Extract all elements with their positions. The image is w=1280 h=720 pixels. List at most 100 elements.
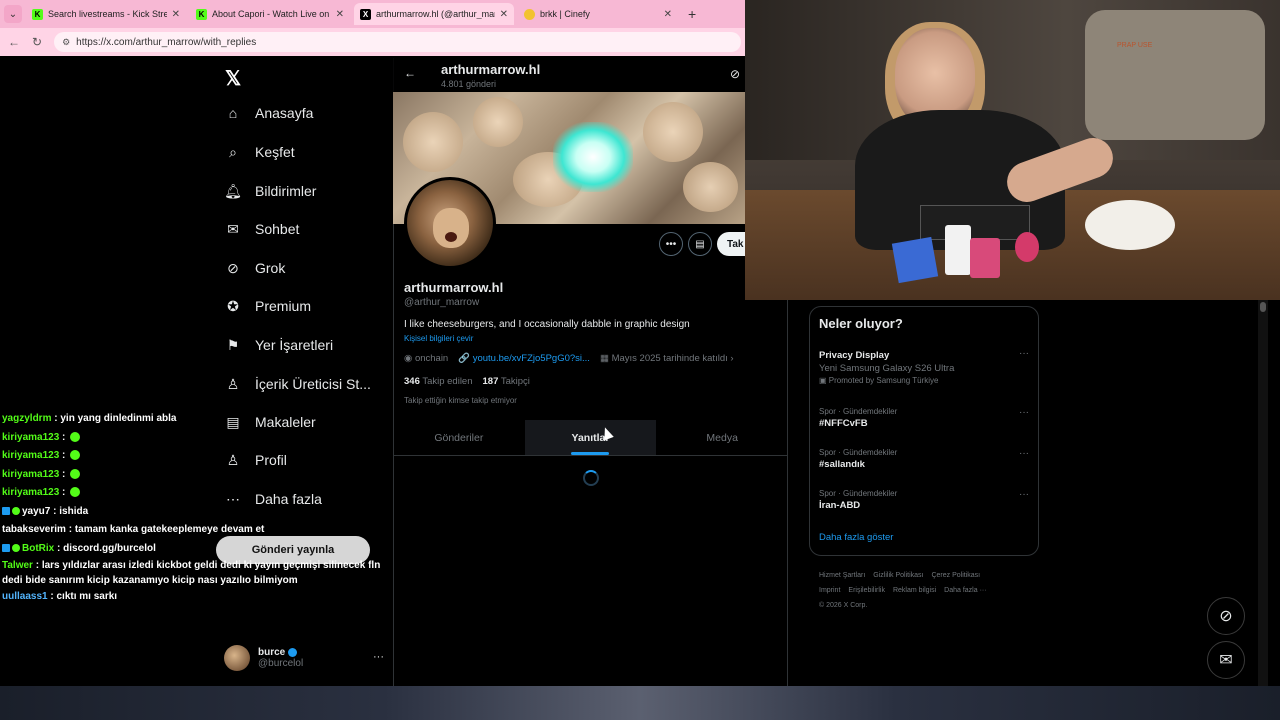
browser-tab[interactable]: K Search livestreams - Kick Stream ✕ — [26, 3, 186, 25]
x-logo-icon[interactable]: 𝕏 — [225, 66, 241, 91]
chevron-right-icon[interactable]: › — [730, 353, 733, 364]
back-arrow-icon[interactable]: ← — [404, 66, 416, 80]
nav-item[interactable]: ⊘ Grok — [225, 260, 285, 277]
browser-tab[interactable]: brkk | Cinefy ✕ — [518, 3, 678, 25]
footer-link[interactable]: Çerez Politikası — [931, 572, 980, 579]
grok-fab-icon[interactable]: ⊘ — [1207, 597, 1245, 635]
can — [945, 225, 971, 275]
keyboard — [920, 205, 1030, 240]
stream-chat: yagzyldrm : yin yang dinledinmi abla kiri… — [2, 410, 382, 607]
more-dots-icon[interactable]: ··· — [1019, 489, 1029, 500]
reload-icon[interactable]: ↻ — [32, 35, 42, 49]
profile-link[interactable]: youtu.be/xvFZjo5PgG0?si... — [473, 353, 590, 364]
more-dots-icon[interactable]: ··· — [1019, 448, 1029, 459]
footer-link[interactable]: Gizlilik Politikası — [873, 572, 923, 579]
site-info-icon[interactable]: ⚙ — [62, 37, 70, 48]
tab-posts[interactable]: Gönderiler — [393, 420, 525, 455]
chat-text: ishida — [59, 505, 89, 517]
chat-username[interactable]: tabakseverim — [2, 524, 66, 535]
footer-link[interactable]: Erişilebilirlik — [848, 587, 885, 594]
bookmark-icon: ⚑ — [226, 336, 240, 353]
account-switcher[interactable]: burce @burcelol ··· — [224, 643, 384, 673]
messages-fab-icon[interactable]: ✉ — [1207, 641, 1245, 679]
nav-item[interactable]: ♙ İçerik Üreticisi St... — [225, 376, 371, 393]
close-tab-icon[interactable]: ✕ — [500, 9, 508, 20]
chat-message: kiriyama123 : — [2, 429, 382, 448]
nav-item[interactable]: ⌕ Keşfet — [225, 144, 295, 161]
more-options-button[interactable]: ••• — [659, 232, 683, 256]
footer-link[interactable]: Imprint — [819, 587, 840, 594]
trend-item[interactable]: Spor · Gündemdekiler İran-ABD ··· — [819, 489, 1029, 511]
trend-category: Spor · Gündemdekiler — [819, 489, 898, 498]
trend-name: #NFFCvFB — [819, 418, 868, 429]
browser-tab[interactable]: K About Capori - Watch Live on Kick ✕ — [190, 3, 350, 25]
trend-item[interactable]: Spor · Gündemdekiler #NFFCvFB ··· — [819, 407, 1029, 429]
tab-list-dropdown[interactable]: ⌄ — [4, 5, 22, 23]
tab-title: brkk | Cinefy — [540, 9, 590, 19]
following-count: 346 — [404, 376, 420, 387]
trend-name: #sallandık — [819, 459, 865, 470]
more-dots-icon[interactable]: ··· — [373, 651, 384, 663]
trend-category: Spor · Gündemdekiler — [819, 407, 898, 416]
kick-icon: K — [32, 8, 43, 20]
footer-link[interactable]: © 2026 X Corp. — [819, 602, 867, 609]
webcam-feed: PRAP USE — [745, 0, 1280, 300]
banner-figure — [403, 112, 463, 172]
nav-item[interactable]: 🔔︎ Bildirimler — [224, 183, 316, 200]
nav-item[interactable]: ✉ Sohbet — [225, 220, 299, 238]
url-field[interactable]: ⚙ https://x.com/arthur_marrow/with_repli… — [54, 32, 741, 52]
badge-icon — [12, 543, 20, 552]
gift-icon[interactable]: ▤ — [688, 232, 712, 256]
following-link[interactable]: 346 Takip edilen — [404, 376, 473, 387]
x-icon: X — [360, 8, 371, 20]
back-arrow-icon[interactable]: ← — [8, 35, 20, 49]
trend-item[interactable]: Spor · Gündemdekiler #sallandık ··· — [819, 448, 1029, 470]
post-count: 4.801 gönderi — [441, 79, 497, 89]
close-tab-icon[interactable]: ✕ — [664, 9, 672, 20]
trend-subtitle: Yeni Samsung Galaxy S26 Ultra — [819, 363, 955, 374]
mail-icon: ✉ — [227, 220, 239, 237]
profile-avatar[interactable] — [404, 177, 496, 269]
followers-label: Takipçi — [500, 376, 530, 387]
chat-username[interactable]: kiriyama123 — [2, 432, 59, 443]
trend-promo: Promoted by Samsung Türkiye — [828, 376, 939, 385]
verified-badge-icon — [288, 647, 298, 657]
translate-bio-link[interactable]: Kişisel bilgileri çevir — [404, 334, 473, 343]
chat-username[interactable]: kiriyama123 — [2, 469, 59, 480]
chat-username[interactable]: yagzyldrm — [2, 413, 51, 424]
nav-item[interactable]: ⌂ Anasayfa — [225, 105, 314, 121]
followers-count: 187 — [482, 376, 499, 387]
chat-username[interactable]: kiriyama123 — [2, 487, 59, 498]
nav-item[interactable]: ✪ Premium — [225, 298, 311, 315]
footer-link[interactable]: Hizmet Şartları — [819, 572, 865, 579]
chat-username[interactable]: yayu7 — [22, 506, 50, 517]
tab-replies[interactable]: Yanıtlar — [524, 420, 657, 455]
chat-username[interactable]: kiriyama123 — [2, 450, 59, 461]
footer-link[interactable]: Reklam bilgisi — [893, 587, 936, 594]
scrollbar[interactable] — [1258, 300, 1268, 686]
cup — [970, 238, 1000, 278]
new-tab-button[interactable]: + — [688, 6, 696, 22]
chat-username[interactable]: uullaass1 — [2, 591, 48, 602]
chat-message: kiriyama123 : — [2, 484, 382, 503]
nav-item[interactable]: ⚑ Yer İşaretleri — [225, 336, 333, 354]
more-dots-icon[interactable]: ··· — [1019, 407, 1029, 418]
footer-link[interactable]: Daha fazla ··· — [944, 587, 986, 594]
tab-media[interactable]: Medya — [656, 420, 788, 455]
followers-link[interactable]: 187 Takipçi — [483, 376, 530, 387]
link-icon: 🔗 — [458, 353, 471, 364]
close-tab-icon[interactable]: ✕ — [172, 9, 180, 20]
account-handle: @burcelol — [258, 658, 304, 669]
trend-item[interactable]: Privacy Display Yeni Samsung Galaxy S26 … — [819, 348, 1029, 385]
url-text: https://x.com/arthur_marrow/with_replies — [76, 36, 257, 48]
more-dots-icon[interactable]: ··· — [1019, 348, 1029, 359]
chat-username[interactable]: Talwer — [2, 560, 33, 571]
cam-label: PRAP USE — [1117, 42, 1153, 49]
grok-icon[interactable]: ⊘ — [730, 67, 740, 81]
chat-username[interactable]: BotRix — [22, 543, 54, 554]
close-tab-icon[interactable]: ✕ — [336, 9, 344, 20]
show-more-link[interactable]: Daha fazla göster — [819, 532, 893, 543]
browser-tab-active[interactable]: X arthurmarrow.hl (@arthur_marrow) ✕ — [354, 3, 514, 25]
display-name: arthurmarrow.hl — [404, 280, 504, 295]
nav-label: Keşfet — [255, 144, 295, 160]
